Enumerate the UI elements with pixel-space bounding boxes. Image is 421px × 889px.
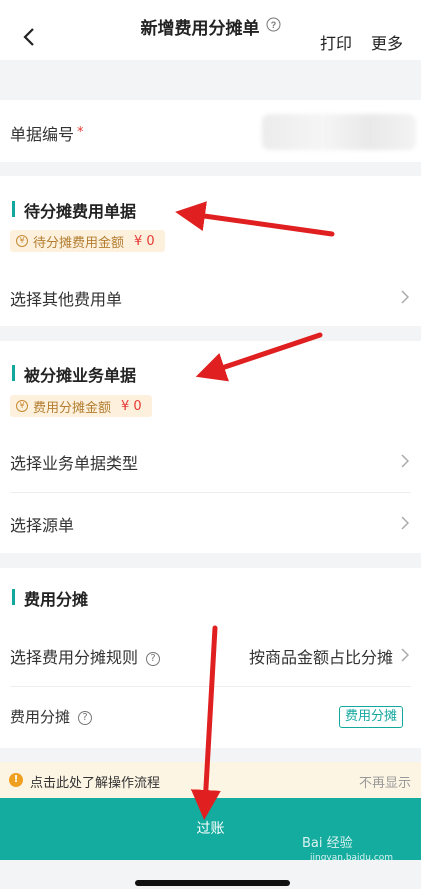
yuan-coin-icon: ¥ — [16, 235, 28, 247]
watermark: Bai 经验 jingyan.baidu.com — [302, 832, 393, 863]
tip-text[interactable]: 点击此处了解操作流程 — [30, 772, 160, 791]
select-other-expense-label: 选择其他费用单 — [10, 290, 123, 309]
business-amount-label: 费用分摊金额 — [33, 400, 112, 416]
select-source-row[interactable]: 选择源单 — [0, 494, 421, 552]
tip-banner[interactable]: ! 点击此处了解操作流程 不再显示 — [0, 762, 421, 798]
chevron-right-icon — [401, 516, 409, 530]
chevron-right-icon — [401, 454, 409, 468]
help-icon[interactable]: ? — [266, 17, 281, 37]
home-indicator — [135, 880, 290, 886]
business-amount-value: ¥ 0 — [121, 398, 142, 414]
pending-amount-label: 待分摊费用金额 — [33, 235, 125, 251]
divider — [10, 686, 411, 687]
allocation-section-title: 费用分摊 — [24, 590, 89, 609]
allocation-rule-value: 按商品金额占比分摊 — [248, 648, 393, 667]
section-accent-bar — [12, 201, 15, 217]
pending-amount-value: ¥ 0 — [134, 233, 155, 249]
yuan-coin-icon: ¥ — [16, 400, 28, 412]
help-icon[interactable]: ? — [78, 711, 93, 725]
doc-number-label: 单据编号 * — [10, 125, 84, 144]
more-button[interactable]: 更多 — [371, 30, 403, 54]
svg-text:?: ? — [270, 20, 276, 30]
nav-bar: 新增费用分摊单? 打印 更多 — [0, 0, 421, 60]
select-other-expense-row[interactable]: 选择其他费用单 — [0, 268, 421, 324]
watermark-brand: Bai 经验 — [302, 836, 353, 851]
allocation-rule-label: 选择费用分摊规则? — [10, 644, 161, 668]
business-amount-tag: ¥ 费用分摊金额 ¥ 0 — [10, 395, 152, 417]
required-mark: * — [77, 125, 84, 140]
watermark-url: jingyan.baidu.com — [310, 853, 394, 863]
print-button[interactable]: 打印 — [320, 30, 352, 54]
divider — [10, 492, 411, 493]
select-business-type-label: 选择业务单据类型 — [10, 454, 139, 473]
pending-amount-tag: ¥ 待分摊费用金额 ¥ 0 — [10, 230, 165, 252]
allocation-button[interactable]: 费用分摊 — [339, 706, 404, 728]
chevron-right-icon — [401, 290, 409, 304]
page-title-text: 新增费用分摊单 — [140, 19, 260, 39]
pending-section-title: 待分摊费用单据 — [24, 202, 137, 221]
select-business-type-row[interactable]: 选择业务单据类型 — [0, 432, 421, 490]
allocation-label: 费用分摊? — [10, 706, 93, 727]
section-accent-bar — [12, 589, 15, 605]
section-accent-bar — [12, 365, 15, 381]
chevron-right-icon — [401, 648, 409, 662]
select-source-label: 选择源单 — [10, 516, 75, 535]
help-icon[interactable]: ? — [146, 652, 161, 666]
dismiss-tip-button[interactable]: 不再显示 — [359, 772, 411, 791]
warning-icon: ! — [9, 773, 23, 787]
business-section-title: 被分摊业务单据 — [24, 366, 137, 385]
page-title: 新增费用分摊单? — [0, 14, 421, 39]
doc-number-value — [262, 114, 416, 150]
